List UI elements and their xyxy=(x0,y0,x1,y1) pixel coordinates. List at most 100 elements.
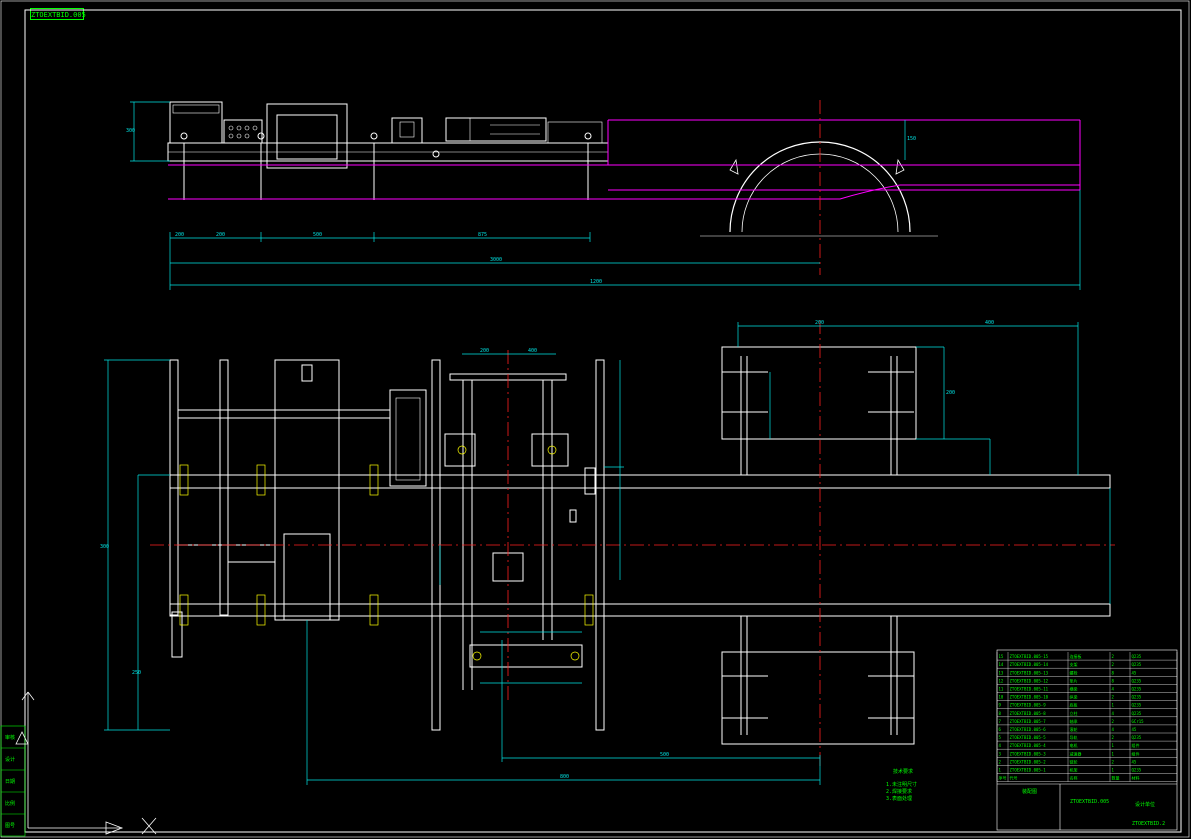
title-block-cell: ZTOEXTBID.005-4 xyxy=(1010,743,1047,748)
note-line-1: 1.未注明尺寸 xyxy=(886,781,917,788)
title-block-cell: 1 xyxy=(1112,703,1115,708)
title-block-cell: ZTOEXTBID.005-5 xyxy=(1010,735,1047,740)
title-block-cell: 10 xyxy=(999,695,1004,700)
title-block-cell: 纵梁 xyxy=(1070,694,1078,700)
title-block-cell: 2 xyxy=(1112,654,1115,659)
dim-side-f: 150 xyxy=(907,136,916,142)
title-block-cell: 5 xyxy=(999,735,1002,740)
title-block-cell: 45 xyxy=(1132,670,1137,675)
title-block-cell: 组件 xyxy=(1132,742,1140,748)
title-block-cell: Q235 xyxy=(1132,687,1142,692)
title-block-cell: 4 xyxy=(1112,687,1115,692)
title-block-cell: 1 xyxy=(1112,768,1115,773)
title-block-header-cell: 数量 xyxy=(1112,775,1120,781)
dim-plan-b: 200 xyxy=(480,348,489,354)
dim-plan-c: 400 xyxy=(528,348,537,354)
title-block-cell: 2 xyxy=(999,759,1002,764)
title-block-cell: 1 xyxy=(999,768,1002,773)
title-block-cell: ZTOEXTBID.005-10 xyxy=(1010,695,1049,700)
title-block-cell: 2 xyxy=(1112,735,1115,740)
title-block-cell: 2 xyxy=(1112,662,1115,667)
title-block-cell: 电机 xyxy=(1070,742,1078,748)
dim-plan-g: 800 xyxy=(560,774,569,780)
title-block-cell: 1 xyxy=(1112,751,1115,756)
dim-side-e: 200 xyxy=(175,232,184,238)
left-panel-item-3: 日期 xyxy=(5,779,15,785)
note-line-3: 3.表面处理 xyxy=(886,795,912,802)
title-block-cell: 导轨 xyxy=(1070,734,1078,740)
title-block-cell: Q235 xyxy=(1132,768,1142,773)
title-block-cell: 11 xyxy=(999,687,1004,692)
left-panel-item-5: 图号 xyxy=(5,823,15,829)
title-block-cell: ZTOEXTBID.005-7 xyxy=(1010,719,1047,724)
title-block-cell: Q235 xyxy=(1132,703,1142,708)
title-block-cell: 15 xyxy=(999,654,1004,659)
title-block-cell: 立柱 xyxy=(1070,710,1078,716)
title-block-cell: 2 xyxy=(1112,695,1115,700)
title-block-cell: 3 xyxy=(999,751,1002,756)
cad-drawing-canvas[interactable]: 300 200 500 875 3000 1200 200 150 300 20… xyxy=(0,0,1191,839)
left-panel-item-2: 设计 xyxy=(5,756,15,763)
title-block-cell: 组件 xyxy=(1132,750,1140,756)
title-block-cell: 螺栓 xyxy=(1070,669,1078,675)
title-block-cell: ZTOEXTBID.005-1 xyxy=(1010,768,1047,773)
title-block-cell: 45 xyxy=(1132,727,1137,732)
dim-side-b: 500 xyxy=(313,232,322,238)
title-block-cell: ZTOEXTBID.005-3 xyxy=(1010,751,1047,756)
title-block-cell: 滚轮 xyxy=(1070,726,1078,732)
title-block-cell: ZTOEXTBID.005-12 xyxy=(1010,678,1049,683)
note-line-2: 2.焊接要求 xyxy=(886,788,912,795)
plan-centerlines xyxy=(150,320,1115,770)
title-block-cell: 13 xyxy=(999,670,1004,675)
title-block-cell: Q235 xyxy=(1132,654,1142,659)
title-block-cell: 7 xyxy=(999,719,1002,724)
dim-plan-d: 200 xyxy=(815,320,824,326)
dim-side-a: 200 xyxy=(216,232,225,238)
plan-dimensions xyxy=(104,322,1111,785)
title-block-cell: 2 xyxy=(1112,719,1115,724)
left-panel-item-1: 审核 xyxy=(5,734,15,741)
plan-view xyxy=(169,346,1111,745)
title-block-cell: 2 xyxy=(1112,759,1115,764)
ucs-icon[interactable] xyxy=(15,691,157,835)
title-block-header-cell: 材料 xyxy=(1132,775,1140,781)
title-block-cell: ZTOEXTBID.005-13 xyxy=(1010,670,1049,675)
side-dimensions xyxy=(130,101,1081,290)
title-block-cell: 4 xyxy=(1112,727,1115,732)
title-block-header-cell: 序号 xyxy=(999,775,1007,781)
title-block-cell: Q235 xyxy=(1132,711,1142,716)
title-block-cell: Q235 xyxy=(1132,695,1142,700)
title-block-cell: ZTOEXTBID.005-6 xyxy=(1010,727,1047,732)
tb-drawing-no: ZTOEXTBID.005 xyxy=(1070,799,1109,805)
title-block-cell: 底板 xyxy=(1070,702,1078,708)
title-block-cell: GCr15 xyxy=(1132,719,1145,724)
side-dim-labels: 300 200 500 875 3000 1200 200 150 xyxy=(126,128,916,285)
title-block-cell: ZTOEXTBID.005-15 xyxy=(1010,654,1049,659)
title-block-cell: 轴承 xyxy=(1070,718,1078,724)
dim-plan-e: 400 xyxy=(985,320,994,326)
title-block-cell: Q235 xyxy=(1132,678,1142,683)
title-block-cell: 机架 xyxy=(1070,767,1078,773)
title-block-cell: ZTOEXTBID.005-14 xyxy=(1010,662,1049,667)
tb-drawing-title: 装配图 xyxy=(1022,788,1037,795)
title-block-labels: 装配图 ZTOEXTBID.005 设计单位 ZTOEXTBID.2 xyxy=(1022,788,1165,827)
title-block-cell: 9 xyxy=(999,703,1002,708)
dim-side-d: 3000 xyxy=(490,257,502,263)
notes-title: 技术要求 xyxy=(893,768,913,775)
title-block-cell: ZTOEXTBID.005-9 xyxy=(1010,703,1047,708)
title-block-cell: 6 xyxy=(999,727,1002,732)
dim-side-total: 1200 xyxy=(590,279,602,285)
technical-notes: 技术要求 1.未注明尺寸 2.焊接要求 3.表面处理 xyxy=(886,768,917,802)
tb-company: 设计单位 xyxy=(1135,801,1155,808)
plan-bolts xyxy=(179,445,594,661)
dim-side-c: 875 xyxy=(478,232,487,238)
title-block-cell: 8 xyxy=(1112,678,1115,683)
title-block-cell: 8 xyxy=(999,711,1002,716)
title-block-cell: 8 xyxy=(1112,670,1115,675)
title-block-cell: ZTOEXTBID.005-8 xyxy=(1010,711,1047,716)
title-block-cell: 45 xyxy=(1132,759,1137,764)
title-block-rows: 15 ZTOEXTBID.005-15 连接板 2 Q23514 ZTOEXTBID.00… xyxy=(996,652,1178,782)
title-block-cell: 12 xyxy=(999,678,1004,683)
title-block-cell: 链轮 xyxy=(1070,758,1078,764)
title-block-cell: 4 xyxy=(999,743,1002,748)
